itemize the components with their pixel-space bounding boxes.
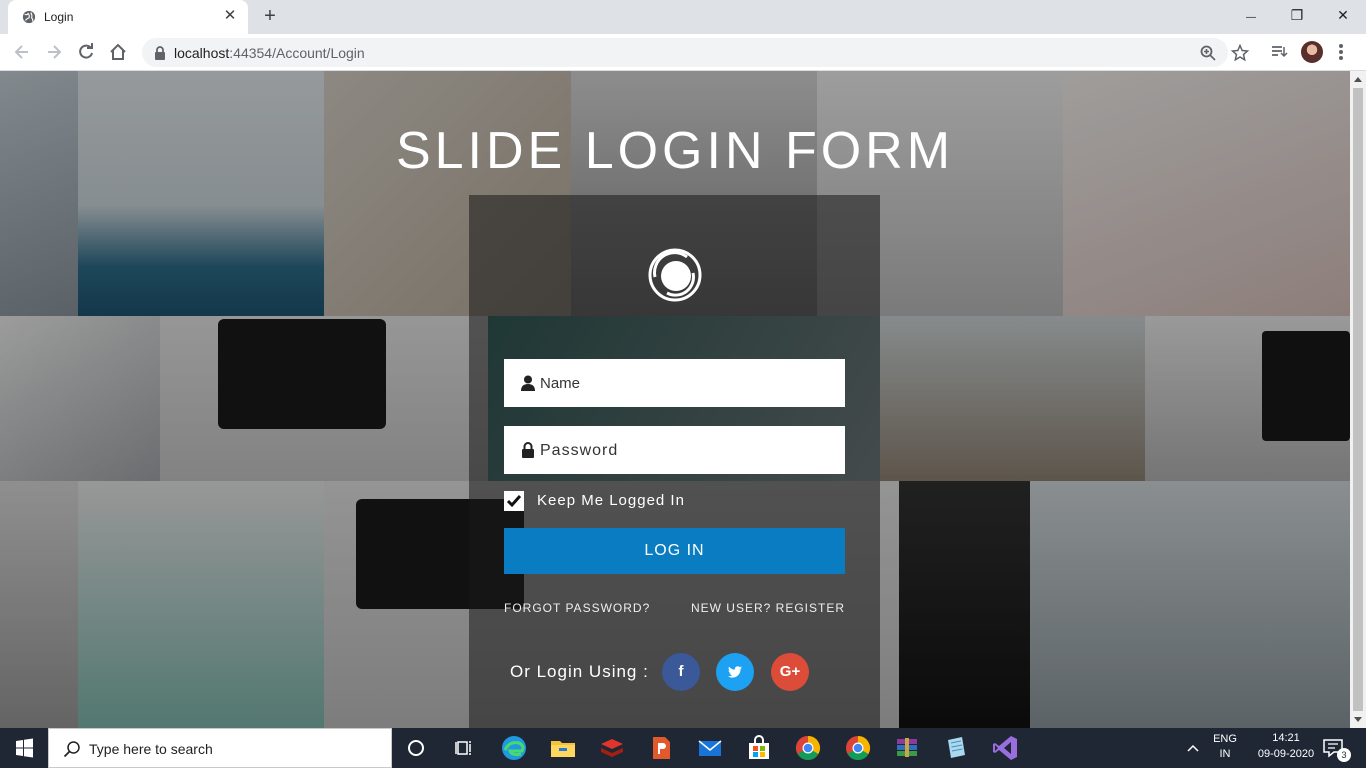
file-explorer-icon[interactable] <box>548 733 578 763</box>
visual-studio-icon[interactable] <box>990 733 1020 763</box>
forward-icon[interactable] <box>44 42 64 62</box>
remember-label: Keep Me Logged In <box>537 492 685 509</box>
menu-icon[interactable] <box>1338 42 1344 62</box>
minimize-icon: — <box>1246 12 1256 23</box>
logo-icon <box>648 248 702 302</box>
taskbar-search[interactable]: Type here to search <box>48 728 392 768</box>
name-field[interactable] <box>504 359 845 407</box>
register-link[interactable]: NEW USER? REGISTER <box>691 601 845 615</box>
bookmark-star-icon[interactable] <box>1231 44 1249 62</box>
password-field[interactable] <box>504 426 845 474</box>
postman-icon[interactable] <box>646 733 676 763</box>
page-scrollbar[interactable] <box>1350 71 1366 728</box>
reading-list-icon[interactable] <box>1270 43 1288 61</box>
remember-checkbox[interactable] <box>504 491 524 511</box>
back-icon[interactable] <box>12 42 32 62</box>
user-icon <box>521 375 535 391</box>
facebook-button[interactable]: f <box>662 653 700 691</box>
url-text: localhost:44354/Account/Login <box>174 45 365 61</box>
new-tab-button[interactable]: + <box>260 6 280 26</box>
window-close-button[interactable]: ✕ <box>1320 0 1366 30</box>
page-title: SLIDE LOGIN FORM <box>395 122 955 180</box>
tab-close-icon[interactable]: ✕ <box>222 8 238 24</box>
taskbar: Type here to search ENG IN 14:21 09-09-2… <box>0 728 1366 768</box>
tray-expand-icon[interactable] <box>1185 728 1201 768</box>
scroll-up-icon[interactable] <box>1354 77 1362 82</box>
scroll-thumb[interactable] <box>1353 88 1363 711</box>
chrome-icon[interactable] <box>793 733 823 763</box>
reload-icon[interactable] <box>76 42 96 62</box>
tab-login[interactable]: Login ✕ <box>8 0 248 34</box>
browser-toolbar: localhost:44354/Account/Login <box>0 34 1366 71</box>
notepad-icon[interactable] <box>941 733 971 763</box>
redis-icon[interactable] <box>597 733 627 763</box>
notification-center[interactable]: 3 <box>1322 728 1352 768</box>
name-input[interactable] <box>540 359 830 407</box>
checkmark-icon <box>506 495 522 508</box>
notification-count: 3 <box>1337 748 1351 762</box>
search-placeholder: Type here to search <box>89 741 213 757</box>
minimize-button[interactable]: — <box>1228 0 1274 30</box>
facebook-icon: f <box>678 663 684 680</box>
profile-avatar[interactable] <box>1301 41 1323 63</box>
windows-start-icon[interactable] <box>0 728 48 768</box>
search-icon <box>63 741 80 758</box>
language-code: ENG <box>1213 733 1237 745</box>
tab-strip: Login ✕ + — ❐ ✕ <box>0 0 1366 34</box>
password-input[interactable] <box>540 426 830 474</box>
cortana-icon[interactable] <box>401 733 431 763</box>
forgot-password-link[interactable]: FORGOT PASSWORD? <box>504 601 650 615</box>
window-close-icon: ✕ <box>1337 7 1349 23</box>
tab-title: Login <box>44 10 74 24</box>
language-indicator[interactable]: ENG IN <box>1208 728 1242 768</box>
twitter-icon <box>728 666 742 678</box>
clock-time: 14:21 <box>1272 732 1300 744</box>
globe-icon <box>22 10 36 24</box>
clock-date: 09-09-2020 <box>1257 748 1315 760</box>
task-view-icon[interactable] <box>449 733 479 763</box>
login-button[interactable]: LOG IN <box>504 528 845 574</box>
restore-icon: ❐ <box>1290 7 1304 23</box>
region-code: IN <box>1219 748 1231 760</box>
mail-icon[interactable] <box>695 733 725 763</box>
address-bar[interactable]: localhost:44354/Account/Login <box>142 38 1249 67</box>
zoom-icon[interactable] <box>1199 44 1217 62</box>
login-panel: Keep Me Logged In LOG IN FORGOT PASSWORD… <box>469 195 880 728</box>
google-plus-icon: G+ <box>779 663 801 680</box>
page-viewport: SLIDE LOGIN FORM Name Keep Me Logged In … <box>0 71 1350 728</box>
edge-icon[interactable] <box>499 733 529 763</box>
twitter-button[interactable] <box>716 653 754 691</box>
home-icon[interactable] <box>108 42 128 62</box>
restore-button[interactable]: ❐ <box>1274 0 1320 30</box>
lock-icon[interactable] <box>154 46 166 60</box>
store-icon[interactable] <box>744 733 774 763</box>
winrar-icon[interactable] <box>892 733 922 763</box>
scroll-down-icon[interactable] <box>1354 717 1362 722</box>
google-plus-button[interactable]: G+ <box>771 653 809 691</box>
lock-icon <box>522 442 534 458</box>
chrome-active-icon[interactable] <box>843 733 873 763</box>
clock[interactable]: 14:21 09-09-2020 <box>1250 728 1322 768</box>
social-login-label: Or Login Using : <box>510 662 649 681</box>
